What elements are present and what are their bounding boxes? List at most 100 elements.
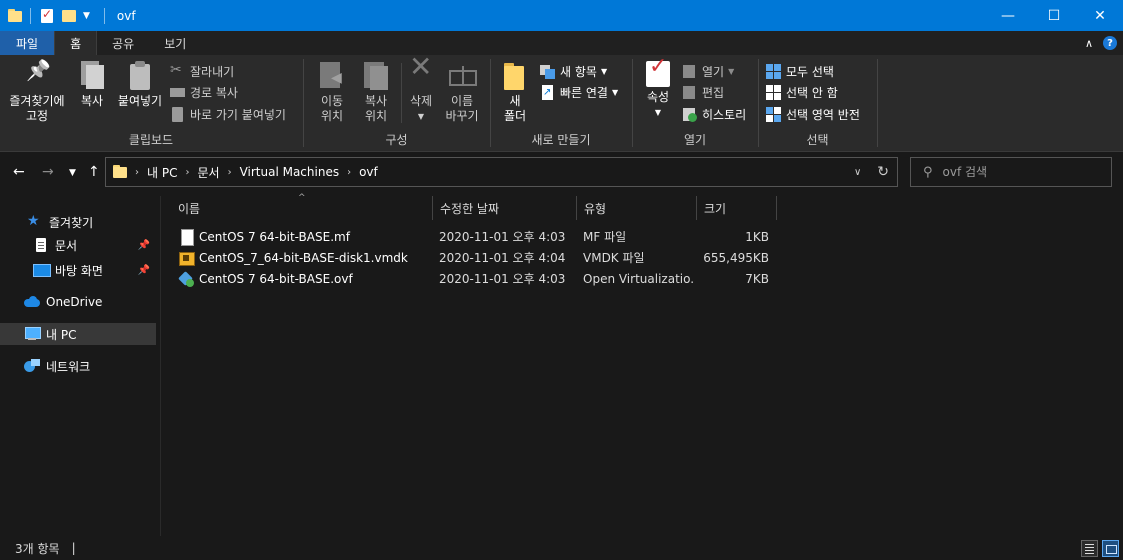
sidebar-item-my-pc[interactable]: 내 PC [0,323,156,345]
help-icon[interactable]: ? [1103,36,1117,50]
copy-path-label: 경로 복사 [190,85,238,100]
up-arrow-icon[interactable]: ↑ [88,164,100,180]
folder-icon [113,165,127,179]
divider [490,59,491,147]
breadcrumb-separator-icon[interactable]: › [185,167,189,178]
properties-button[interactable]: 속성 ▼ [638,59,678,120]
edit-button[interactable]: 편집 [682,82,724,102]
delete-icon [406,59,436,91]
select-all-icon [766,63,781,79]
select-none-label: 선택 안 함 [786,85,838,100]
column-header-size[interactable]: 크기 [696,196,776,220]
easy-access-chevron-icon: ▼ [611,87,619,97]
select-none-icon [766,84,781,100]
breadcrumb-ovf[interactable]: ovf [359,165,378,179]
refresh-icon[interactable]: ↻ [877,164,889,180]
tab-file[interactable]: 파일 [0,31,55,55]
customize-quick-access-chevron-icon[interactable]: ▼ [83,11,90,21]
column-header-label: 유형 [584,201,607,216]
sidebar-item-documents[interactable]: 문서 📌 [0,234,156,256]
column-header-date-modified[interactable]: 수정한 날짜 [432,196,576,220]
collapse-ribbon-chevron-icon[interactable]: ∧ [1085,37,1093,50]
new-item-label: 새 항목 [560,64,597,79]
column-separator[interactable] [776,196,777,220]
copy-path-button[interactable]: 경로 복사 [170,82,238,102]
table-row[interactable]: CentOS 7 64-bit-BASE.mf 2020-11-01 오후 4:… [174,226,784,247]
history-button[interactable]: 히스토리 [682,104,746,124]
divider [877,59,878,147]
paste-label: 붙여넣기 [117,94,163,108]
details-view-icon[interactable] [1081,540,1098,557]
close-button[interactable]: ✕ [1077,0,1123,31]
sidebar-item-label: 즐겨찾기 [49,215,94,230]
cloud-icon [24,295,40,309]
paste-button[interactable]: 붙여넣기 [114,61,166,109]
divider [401,63,402,123]
table-row[interactable]: CentOS_7_64-bit-BASE-disk1.vmdk 2020-11-… [174,247,784,268]
sidebar-item-quick-access[interactable]: 즐겨찾기 [0,211,156,233]
select-none-button[interactable]: 선택 안 함 [766,82,838,102]
search-input[interactable] [942,165,1103,179]
scissors-icon [170,62,185,79]
large-icons-view-icon[interactable] [1102,540,1119,557]
move-to-icon [317,61,347,91]
tab-home[interactable]: 홈 [54,31,98,55]
breadcrumb-documents[interactable]: 문서 [197,164,219,181]
minimize-button[interactable]: — [985,0,1031,31]
properties-quick-button[interactable] [39,7,55,24]
address-bar[interactable]: › 내 PC › 문서 › Virtual Machines › ovf ∨ ↻ [105,157,898,187]
breadcrumb-separator-icon[interactable]: › [228,167,232,178]
table-row[interactable]: CentOS 7 64-bit-BASE.ovf 2020-11-01 오후 4… [174,268,784,289]
title-bar: ▼ ovf — ☐ ✕ [0,0,1123,31]
copy-to-label-line1: 복사 [364,94,388,108]
new-item-button[interactable]: 새 항목 ▼ [540,61,607,81]
divider [30,7,31,24]
breadcrumb-my-pc[interactable]: 내 PC [147,164,177,181]
edit-icon [682,85,697,100]
address-history-chevron-icon[interactable]: ∨ [854,167,861,178]
forward-arrow-icon[interactable]: → [42,164,54,180]
file-list: 이름 ^ 수정한 날짜 유형 크기 CentOS 7 64-bit-BASE.m… [160,193,1123,536]
tab-share[interactable]: 공유 [97,31,149,55]
search-box[interactable]: ⚲ [910,157,1112,187]
column-header-name[interactable]: 이름 ^ [160,193,432,220]
tab-view[interactable]: 보기 [149,31,201,55]
maximize-button[interactable]: ☐ [1031,0,1077,31]
file-name: CentOS 7 64-bit-BASE.ovf [199,271,353,286]
clipboard-group-label: 클립보드 [128,133,174,147]
easy-access-label: 빠른 연결 [560,85,608,100]
pin-to-quick-access-button[interactable]: 즐겨찾기에 고정 [6,61,68,124]
move-to-button[interactable]: 이동 위치 [311,61,353,124]
breadcrumb-separator-icon[interactable]: › [347,167,351,178]
desktop-icon [33,263,51,277]
recent-locations-chevron-icon[interactable]: ▼ [69,168,76,178]
new-folder-button[interactable]: 새 폴더 [496,61,534,124]
quick-access-toolbar: ▼ [0,0,113,31]
star-icon [27,213,43,229]
open-icon [682,64,697,79]
paste-shortcut-button[interactable]: 바로 가기 붙여넣기 [170,104,286,124]
sidebar-item-desktop[interactable]: 바탕 화면 📌 [0,259,156,281]
file-date: 2020-11-01 오후 4:03 [439,272,566,286]
column-header-label: 크기 [704,201,727,216]
paste-shortcut-icon [170,106,185,122]
sidebar-item-network[interactable]: 네트워크 [0,355,156,377]
open-button[interactable]: 열기 ▼ [682,61,734,81]
new-folder-quick-button[interactable] [61,8,77,24]
select-all-button[interactable]: 모두 선택 [766,61,834,81]
delete-button[interactable]: 삭제 ▼ [405,59,437,124]
divider [303,59,304,147]
file-name: CentOS 7 64-bit-BASE.mf [199,229,350,244]
cut-button[interactable]: 잘라내기 [170,61,234,81]
back-arrow-icon[interactable]: ← [13,164,25,180]
invert-selection-button[interactable]: 선택 영역 반전 [766,104,860,124]
sidebar-item-onedrive[interactable]: OneDrive [0,291,156,313]
breadcrumb-separator-icon[interactable]: › [135,167,139,178]
easy-access-button[interactable]: 빠른 연결 ▼ [540,82,618,102]
copy-button[interactable]: 복사 [72,61,112,109]
column-header-type[interactable]: 유형 [576,196,696,220]
copy-to-button[interactable]: 복사 위치 [355,61,397,124]
breadcrumb-virtual-machines[interactable]: Virtual Machines [240,165,340,179]
rename-button[interactable]: 이름 바꾸기 [441,61,483,124]
open-group-label: 열기 [683,133,707,147]
